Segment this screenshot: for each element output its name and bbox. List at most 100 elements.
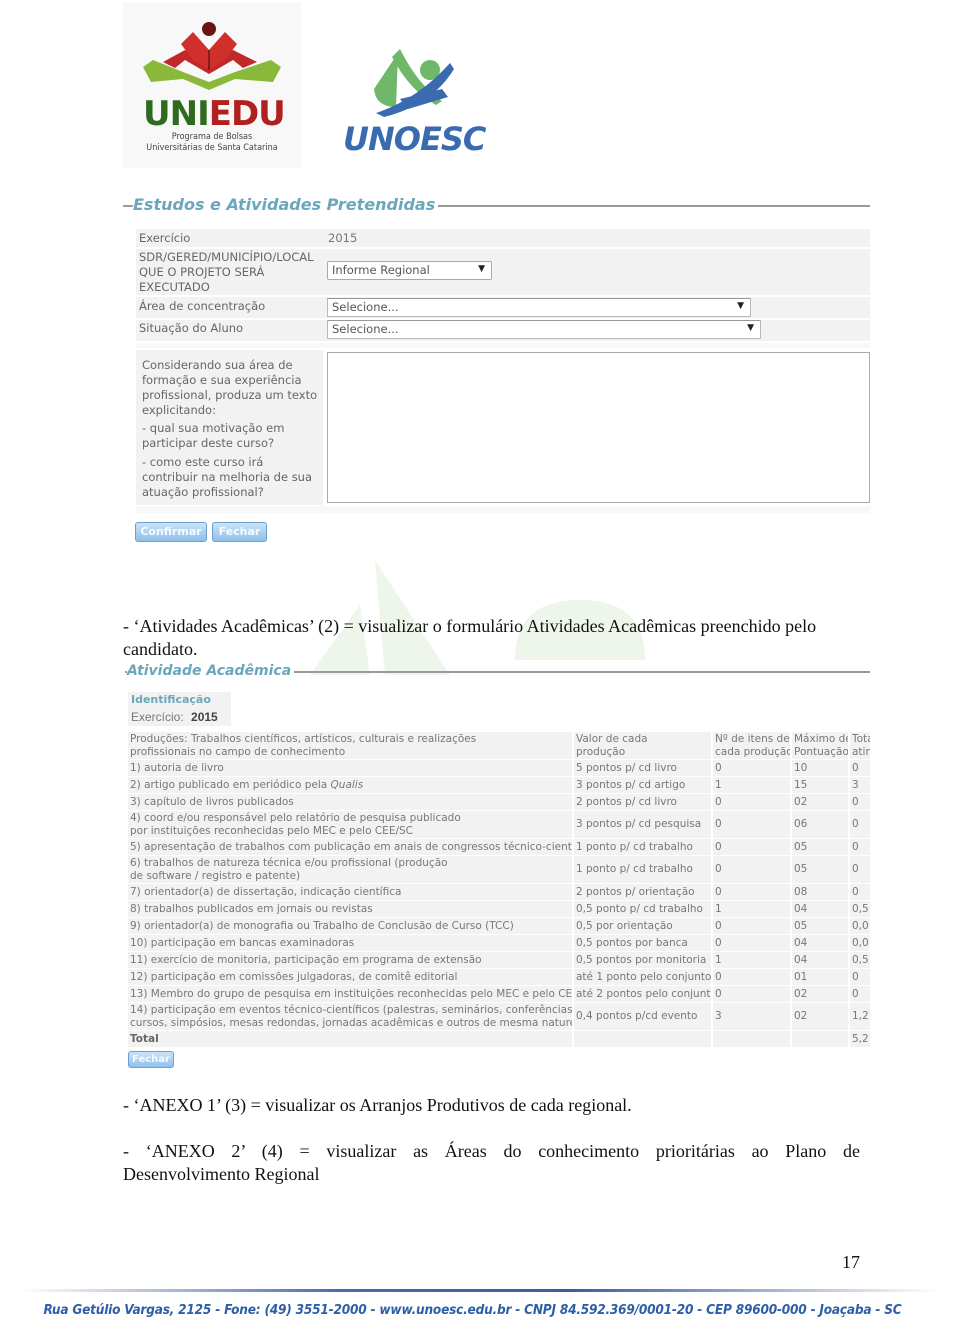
table-row: 3) capítulo de livros publicados 2 pontos… xyxy=(128,794,870,810)
maximo-cell: 02 xyxy=(792,794,850,810)
exercicio-value: 2015 xyxy=(191,710,218,724)
identificacao-header: Identificação xyxy=(128,692,231,709)
valor-cell: 0,5 pontos por monitoria xyxy=(574,952,713,968)
table-row: 9) orientador(a) de monografia ou Trabal… xyxy=(128,918,870,934)
unoesc-logo: UNOESC xyxy=(338,45,486,160)
uniedu-wordmark: UNIEDU xyxy=(143,94,286,134)
itens-cell: 0 xyxy=(713,839,792,855)
itens-cell: 0 xyxy=(713,811,792,838)
exercicio-value: 2015 xyxy=(328,231,358,245)
table-row: 2) artigo publicado em periódico pela Qu… xyxy=(128,777,870,793)
close-atividade-button[interactable]: Fechar xyxy=(128,1051,174,1068)
total-cell: 0 xyxy=(850,856,870,883)
table-row: 5) apresentação de trabalhos com publica… xyxy=(128,839,870,855)
situacao-select-value: Selecione... xyxy=(332,322,399,336)
total-label: Total xyxy=(128,1031,574,1047)
item-cell: 1) autoria de livro xyxy=(128,760,574,776)
empty-cell xyxy=(713,1031,792,1047)
maximo-cell: 04 xyxy=(792,935,850,951)
maximo-cell: 05 xyxy=(792,918,850,934)
page-number: 17 xyxy=(842,1252,860,1272)
total-cell: 0,0 xyxy=(850,935,870,951)
header-producoes: Produções: Trabalhos científicos, artíst… xyxy=(128,732,574,759)
footer-address: Rua Getúlio Vargas, 2125 - Fone: (49) 35… xyxy=(43,1302,902,1318)
dropdown-arrow-icon: ▼ xyxy=(478,264,485,274)
total-cell: 0,5 xyxy=(850,901,870,917)
item-cell: 13) Membro do grupo de pesquisa em insti… xyxy=(128,986,574,1002)
maximo-cell: 01 xyxy=(792,969,850,985)
row-exercicio: Exercício 2015 xyxy=(136,229,870,248)
total-cell: 3 xyxy=(850,777,870,793)
row-spacer xyxy=(136,343,870,349)
valor-cell: 3 pontos p/ cd pesquisa xyxy=(574,811,713,838)
exercicio-label: Exercício xyxy=(139,231,191,245)
table-total-row: Total 5,2 xyxy=(128,1031,870,1047)
item-cell: 4) coord e/ou responsável pelo relatório… xyxy=(128,811,574,838)
situacao-select[interactable]: Selecione... ▼ xyxy=(327,320,761,339)
uniedu-subtitle-2: Universitárias de Santa Catarina xyxy=(146,143,278,153)
paragraph-anexo1: - ‘ANEXO 1’ (3) = visualizar os Arranjos… xyxy=(123,1095,632,1115)
total-cell: 0 xyxy=(850,811,870,838)
table-row: 1) autoria de livro 5 pontos p/ cd livro 0… xyxy=(128,760,870,776)
valor-cell: até 2 pontos pelo conjunto xyxy=(574,986,713,1002)
unoesc-emblem-icon xyxy=(374,49,454,117)
unoesc-wordmark: UNOESC xyxy=(343,120,486,158)
itens-cell: 0 xyxy=(713,935,792,951)
valor-cell: 5 pontos p/ cd livro xyxy=(574,760,713,776)
table-row: 8) trabalhos publicados em jornais ou re… xyxy=(128,901,870,917)
valor-cell: até 1 ponto pelo conjunto xyxy=(574,969,713,985)
header-maximo: Máximo de Pontuação xyxy=(792,732,850,759)
itens-cell: 0 xyxy=(713,884,792,900)
item-cell: 8) trabalhos publicados em jornais ou re… xyxy=(128,901,574,917)
itens-cell: 0 xyxy=(713,918,792,934)
section-legend-atividade: Atividade Acadêmica xyxy=(127,663,295,679)
area-label: Área de concentração xyxy=(139,299,266,313)
maximo-cell: 05 xyxy=(792,839,850,855)
dropdown-arrow-icon: ▼ xyxy=(747,323,754,333)
item-cell: 5) apresentação de trabalhos com publica… xyxy=(128,839,574,855)
total-cell: 0 xyxy=(850,839,870,855)
row-spacer-bottom xyxy=(136,506,870,514)
regional-select[interactable]: Informe Regional ▼ xyxy=(327,261,492,280)
uniedu-subtitle: Programa de Bolsas xyxy=(171,132,253,142)
total-cell: 0 xyxy=(850,760,870,776)
valor-cell: 2 pontos p/ cd livro xyxy=(574,794,713,810)
valor-cell: 1 ponto p/ cd trabalho xyxy=(574,839,713,855)
row-situacao: Situação do Aluno Selecione... ▼ xyxy=(136,320,870,342)
item-cell: 6) trabalhos de natureza técnica e/ou pr… xyxy=(128,856,574,883)
motivation-textarea[interactable] xyxy=(327,352,870,503)
total-cell: 0 xyxy=(850,884,870,900)
texto-label-q2: - como este curso irá contribuir na melh… xyxy=(142,455,313,499)
valor-cell: 0,4 pontos p/cd evento xyxy=(574,1003,713,1030)
maximo-cell: 06 xyxy=(792,811,850,838)
itens-cell: 0 xyxy=(713,986,792,1002)
itens-cell: 0 xyxy=(713,760,792,776)
area-select[interactable]: Selecione... ▼ xyxy=(327,298,751,317)
total-cell: 0,5 xyxy=(850,952,870,968)
item-cell: 14) participação em eventos técnico-cien… xyxy=(128,1003,574,1030)
confirm-button[interactable]: Confirmar xyxy=(135,522,207,542)
itens-cell: 3 xyxy=(713,1003,792,1030)
table-row: 12) participação em comissões julgadoras… xyxy=(128,969,870,985)
table-row: 10) participação em bancas examinadoras 0… xyxy=(128,935,870,951)
total-cell: 0 xyxy=(850,986,870,1002)
row-texto: Considerando sua área de formação e sua … xyxy=(136,350,870,505)
footer-divider xyxy=(20,1289,940,1292)
close-button[interactable]: Fechar xyxy=(212,522,267,542)
regional-select-value: Informe Regional xyxy=(332,263,430,277)
row-local: SDR/GERED/MUNICÍPIO/LOCAL QUE O PROJETO … xyxy=(136,249,870,296)
table-row: 4) coord e/ou responsável pelo relatório… xyxy=(128,811,870,838)
texto-label-q1: - qual sua motivação em participar deste… xyxy=(142,421,285,450)
item-cell: 10) participação em bancas examinadoras xyxy=(128,935,574,951)
local-label: SDR/GERED/MUNICÍPIO/LOCAL QUE O PROJETO … xyxy=(139,250,314,294)
area-select-value: Selecione... xyxy=(332,300,399,314)
table-row: 13) Membro do grupo de pesquisa em insti… xyxy=(128,986,870,1002)
texto-label-cell: Considerando sua área de formação e sua … xyxy=(136,350,323,505)
texto-label-intro: Considerando sua área de formação e sua … xyxy=(142,358,318,417)
dropdown-arrow-icon: ▼ xyxy=(737,301,744,311)
maximo-cell: 15 xyxy=(792,777,850,793)
table-header-row: Produções: Trabalhos científicos, artíst… xyxy=(128,732,870,759)
paragraph-atividades: - ‘Atividades Acadêmicas’ (2) = visualiz… xyxy=(123,616,817,659)
header-valor: Valor de cada produção xyxy=(574,732,713,759)
valor-cell: 2 pontos p/ orientação xyxy=(574,884,713,900)
